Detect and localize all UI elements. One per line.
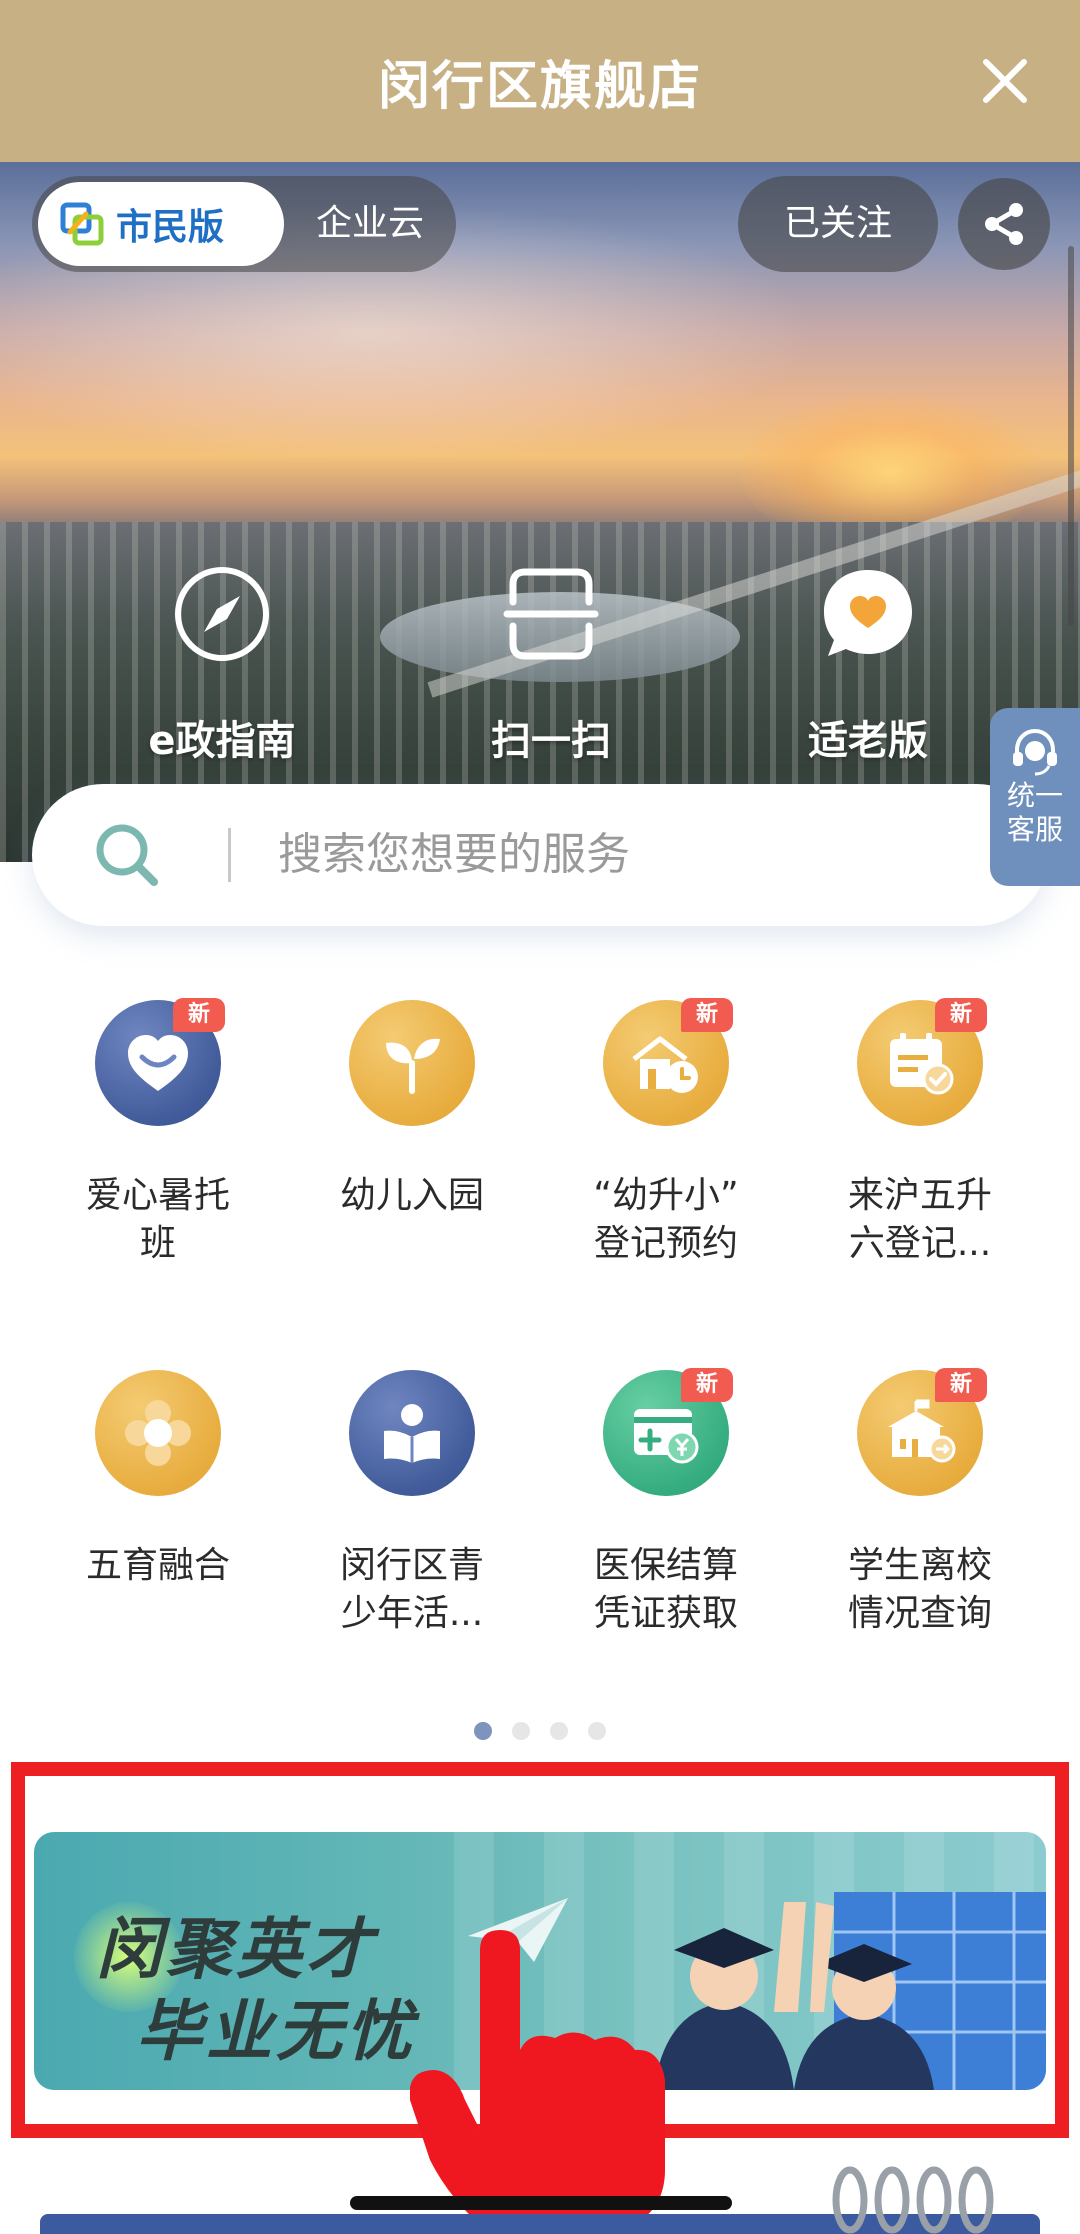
enterprise-cloud-tab[interactable]: 企业云 bbox=[284, 176, 456, 272]
scan-icon bbox=[503, 568, 599, 660]
service-name-line2: 情况查询 bbox=[847, 1593, 992, 1634]
citizen-edition-tab[interactable]: 市民版 bbox=[38, 182, 284, 266]
calendar-check-icon bbox=[890, 1033, 954, 1095]
customer-service-tab[interactable]: 统一 客服 bbox=[990, 708, 1080, 886]
service-kindergarten-entry[interactable]: 幼儿入园 bbox=[312, 1000, 512, 1220]
notebook-coil-icon bbox=[832, 2166, 994, 2234]
page-dot[interactable] bbox=[550, 1722, 568, 1740]
heart-bubble-icon bbox=[824, 570, 912, 656]
follow-button[interactable]: 已关注 bbox=[738, 176, 938, 272]
search-divider bbox=[228, 828, 231, 882]
service-icon-bg bbox=[349, 1370, 475, 1496]
customer-service-line2: 客服 bbox=[1006, 813, 1063, 846]
school-exit-icon bbox=[888, 1399, 956, 1463]
scan-label: 扫一扫 bbox=[491, 718, 611, 764]
service-icon-bg: 新 bbox=[857, 1368, 987, 1496]
service-name-line2: 六登记... bbox=[848, 1223, 992, 1264]
pointing-hand-icon bbox=[410, 1930, 665, 2234]
elderly-mode-action[interactable]: 适老版 bbox=[758, 562, 978, 766]
share-button[interactable] bbox=[958, 178, 1050, 270]
service-summer-care[interactable]: 新 爱心暑托 班 bbox=[58, 998, 258, 1268]
service-name-line1: 五育融合 bbox=[85, 1545, 230, 1586]
school-clock-icon bbox=[632, 1036, 698, 1093]
scrollbar[interactable] bbox=[1068, 246, 1074, 626]
service-icon-bg: 新 bbox=[857, 998, 987, 1126]
share-icon bbox=[985, 203, 1023, 245]
service-name-line2: 班 bbox=[139, 1223, 176, 1264]
service-icon-bg: 新 bbox=[603, 1368, 733, 1496]
new-badge: 新 bbox=[935, 998, 987, 1032]
service-primary-enrollment[interactable]: 新 “幼升小” 登记预约 bbox=[566, 998, 766, 1268]
new-badge: 新 bbox=[681, 1368, 733, 1402]
page-dot[interactable] bbox=[512, 1722, 530, 1740]
service-name-line1: 爱心暑托 bbox=[85, 1175, 230, 1216]
service-name-line1: 来沪五升 bbox=[847, 1175, 992, 1216]
compass-icon bbox=[175, 567, 269, 661]
reader-icon bbox=[384, 1404, 440, 1463]
search-input[interactable]: 搜索您想要的服务 bbox=[278, 784, 630, 926]
service-name-line1: 闵行区青 bbox=[339, 1545, 484, 1586]
service-icon-bg: 新 bbox=[603, 998, 733, 1126]
service-name-line2: 登记预约 bbox=[593, 1223, 738, 1264]
smile-heart-icon bbox=[128, 1035, 188, 1091]
search-icon bbox=[96, 824, 158, 886]
service-name-line2: 凭证获取 bbox=[593, 1593, 738, 1634]
service-name-line1: 幼儿入园 bbox=[339, 1175, 484, 1216]
page-indicator bbox=[474, 1722, 606, 1742]
edition-toggle: 市民版 企业云 bbox=[32, 176, 456, 272]
close-icon[interactable] bbox=[974, 50, 1036, 112]
service-name-line2: 少年活... bbox=[340, 1593, 484, 1634]
page-dot[interactable] bbox=[588, 1722, 606, 1740]
page-title: 闵行区旗舰店 bbox=[377, 56, 702, 117]
service-youth-activities[interactable]: 闵行区青 少年活... bbox=[312, 1370, 512, 1638]
new-badge: 新 bbox=[681, 998, 733, 1032]
page-dot-active[interactable] bbox=[474, 1722, 492, 1740]
service-five-education[interactable]: 五育融合 bbox=[58, 1370, 258, 1590]
service-icon-bg bbox=[95, 1370, 221, 1496]
citizen-edition-label: 市民版 bbox=[116, 207, 225, 248]
new-badge: 新 bbox=[173, 998, 225, 1032]
service-icon-bg bbox=[349, 1000, 475, 1126]
service-medical-certificate[interactable]: 新 医保结算 凭证获取 bbox=[566, 1368, 766, 1638]
service-name-line1: “幼升小” bbox=[593, 1175, 739, 1216]
scan-action[interactable]: 扫一扫 bbox=[441, 562, 661, 766]
headset-icon bbox=[1013, 728, 1057, 776]
customer-service-line1: 统一 bbox=[1006, 779, 1063, 812]
flower-icon bbox=[125, 1400, 191, 1466]
new-badge: 新 bbox=[935, 1368, 987, 1402]
service-grade-six-registration[interactable]: 新 来沪五升 六登记... bbox=[820, 998, 1020, 1268]
search-bar[interactable]: 搜索您想要的服务 bbox=[32, 784, 1048, 926]
service-name-line1: 医保结算 bbox=[593, 1545, 738, 1586]
e-guide-action[interactable]: e政指南 bbox=[112, 562, 332, 766]
title-bar: 闵行区旗舰店 bbox=[0, 0, 1080, 162]
citizen-logo-icon bbox=[60, 202, 104, 246]
elderly-mode-label: 适老版 bbox=[808, 718, 928, 764]
service-name-line1: 学生离校 bbox=[847, 1545, 992, 1586]
sprout-icon bbox=[386, 1038, 440, 1094]
service-student-departure-query[interactable]: 新 学生离校 情况查询 bbox=[820, 1368, 1020, 1638]
service-icon-bg: 新 bbox=[95, 998, 225, 1126]
home-indicator[interactable] bbox=[350, 2196, 732, 2210]
medical-yuan-icon bbox=[634, 1409, 699, 1464]
e-guide-label: e政指南 bbox=[148, 718, 296, 764]
